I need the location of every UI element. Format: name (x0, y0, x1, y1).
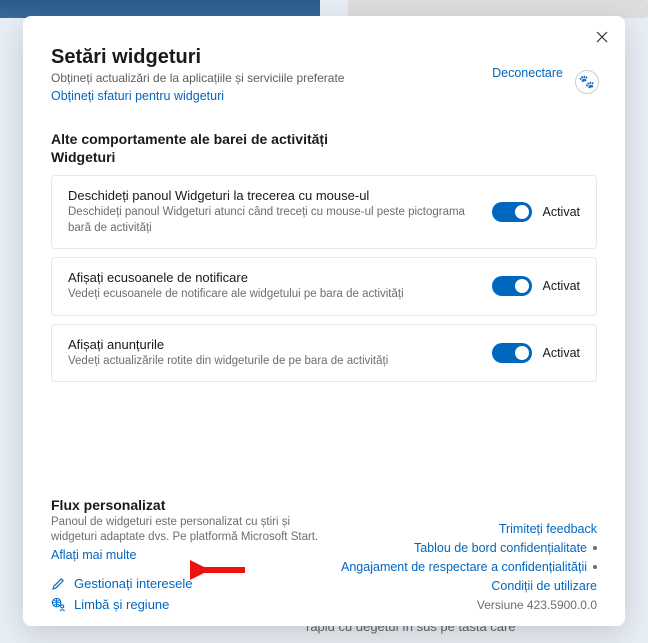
bullet-icon (593, 546, 597, 550)
page-subtitle: Obțineți actualizări de la aplicațiile ș… (51, 71, 344, 85)
learn-more-link[interactable]: Aflați mai multe (51, 548, 136, 562)
setting-title: Deschideți panoul Widgeturi la trecerea … (68, 188, 480, 203)
toggle-hover[interactable] (492, 202, 532, 222)
setting-title: Afișați anunțurile (68, 337, 480, 352)
widget-settings-panel: Setări widgeturi Obțineți actualizări de… (23, 16, 625, 626)
feedback-link[interactable]: Trimiteți feedback (499, 522, 597, 536)
behaviors-heading: Alte comportamente ale barei de activită… (51, 131, 597, 147)
toggle-state-label: Activat (542, 205, 580, 219)
signout-link[interactable]: Deconectare (492, 66, 563, 80)
setting-desc: Vedeți ecusoanele de notificare ale widg… (68, 287, 480, 303)
privacy-commitment-link[interactable]: Angajament de respectare a confidențiali… (341, 560, 587, 574)
pencil-icon (51, 576, 66, 591)
behaviors-subheading: Widgeturi (51, 149, 597, 165)
toggle-announcements[interactable] (492, 343, 532, 363)
toggle-badges[interactable] (492, 276, 532, 296)
close-button[interactable] (591, 26, 613, 48)
feed-heading: Flux personalizat (51, 497, 331, 513)
avatar-icon: 🐾 (579, 74, 595, 90)
setting-desc: Vedeți actualizările rotite din widgetur… (68, 354, 480, 370)
account-name-placeholder (447, 54, 597, 64)
globe-person-icon (51, 597, 66, 612)
setting-desc: Deschideți panoul Widgeturi atunci când … (68, 205, 480, 236)
tips-link[interactable]: Obțineți sfaturi pentru widgeturi (51, 89, 224, 103)
manage-interests-label: Gestionați interesele (74, 576, 193, 591)
privacy-dashboard-link[interactable]: Tablou de bord confidențialitate (414, 541, 587, 555)
manage-interests-link[interactable]: Gestionați interesele (51, 576, 331, 591)
language-region-label: Limbă și regiune (74, 597, 169, 612)
terms-link[interactable]: Condiții de utilizare (491, 579, 597, 593)
setting-card-announcements: Afișați anunțurile Vedeți actualizările … (51, 324, 597, 383)
setting-title: Afișați ecusoanele de notificare (68, 270, 480, 285)
avatar[interactable]: 🐾 (575, 70, 599, 94)
setting-card-badges: Afișați ecusoanele de notificare Vedeți … (51, 257, 597, 316)
toggle-state-label: Activat (542, 279, 580, 293)
language-region-link[interactable]: Limbă și regiune (51, 597, 331, 612)
version-text: Versiune 423.5900.0.0 (477, 598, 597, 612)
page-title: Setări widgeturi (51, 46, 344, 69)
feed-desc: Panoul de widgeturi este personalizat cu… (51, 515, 331, 546)
bullet-icon (593, 565, 597, 569)
toggle-state-label: Activat (542, 346, 580, 360)
close-icon (596, 31, 608, 43)
setting-card-hover: Deschideți panoul Widgeturi la trecerea … (51, 175, 597, 249)
